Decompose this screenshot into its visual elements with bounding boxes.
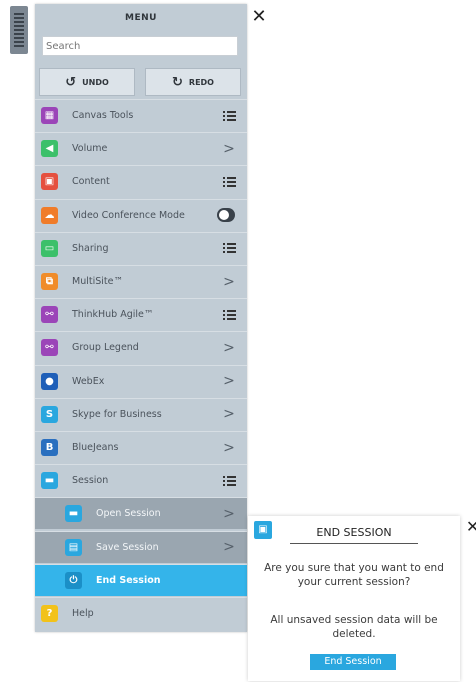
dialog-title: END SESSION (290, 526, 418, 544)
canvas-tools-icon: ▦ (41, 107, 58, 124)
menu-item-label: Save Session (96, 541, 159, 553)
volume-icon: ◀ (41, 140, 58, 158)
video-conference-icon: ☁ (41, 206, 58, 224)
dialog-warning: All unsaved session data will be deleted… (270, 614, 438, 640)
menu-item-label: ThinkHub Agile™ (72, 309, 154, 321)
menu-item-label: Canvas Tools (72, 110, 134, 121)
bluejeans-icon: B (41, 439, 58, 456)
menu-item-label: Skype for Business (72, 408, 162, 420)
dialog-close-icon[interactable]: ✕ (466, 517, 476, 536)
menu-item-label: Session (72, 475, 109, 487)
open-session-icon: ▬ (65, 505, 82, 523)
power-icon: ⏻ (65, 571, 82, 589)
search-input[interactable] (42, 36, 238, 56)
chevron-right-icon[interactable]: > (217, 340, 241, 356)
drag-handle[interactable] (10, 6, 28, 54)
list-icon[interactable] (217, 176, 241, 187)
end-session-dialog: ▣ END SESSION Are you sure that you want… (248, 516, 460, 681)
menu-item-sharing[interactable]: ▭ Sharing (35, 231, 247, 264)
menu-item-label: BlueJeans (72, 442, 119, 453)
menu-item-content[interactable]: ▣ Content (35, 165, 247, 197)
skype-icon: S (41, 405, 58, 423)
sharing-icon: ▭ (41, 239, 58, 257)
menu-item-label: Volume (72, 143, 108, 155)
menu-item-thinkhub-agile[interactable]: ⚯ ThinkHub Agile™ (35, 298, 247, 330)
save-session-icon: ▤ (65, 538, 82, 556)
menu-item-label: Group Legend (72, 342, 139, 354)
menu-item-session[interactable]: ▬ Session (35, 464, 247, 496)
menu-item-video-conference-mode[interactable]: ☁ Video Conference Mode (35, 198, 247, 231)
menu-item-label: WebEx (72, 375, 105, 387)
menu-item-end-session[interactable]: ⏻ End Session (35, 563, 247, 596)
redo-label: REDO (188, 77, 214, 87)
menu-item-multisite[interactable]: ⧉ MultiSite™ > (35, 265, 247, 297)
menu-item-label: End Session (96, 574, 161, 586)
menu-item-label: Sharing (72, 242, 109, 254)
menu-title: MENU (125, 13, 157, 23)
chevron-right-icon[interactable]: > (217, 539, 241, 555)
menu-item-save-session[interactable]: ▤ Save Session > (35, 530, 247, 563)
menu-item-label: Video Conference Mode (72, 209, 185, 221)
redo-icon: ↻ (172, 74, 183, 90)
menu-item-label: Content (72, 176, 110, 188)
chevron-right-icon[interactable]: > (217, 406, 241, 422)
dialog-question: Are you sure that you want to end your c… (264, 562, 444, 588)
list-icon[interactable] (217, 309, 241, 320)
list-icon[interactable] (217, 475, 241, 486)
list-icon[interactable] (217, 110, 241, 121)
undo-button[interactable]: ↺ UNDO (39, 68, 135, 96)
chevron-right-icon[interactable]: > (217, 141, 241, 157)
chevron-right-icon[interactable]: > (217, 274, 241, 290)
end-session-button[interactable]: End Session (310, 654, 396, 670)
chevron-right-icon[interactable]: > (217, 506, 241, 522)
undo-label: UNDO (82, 77, 109, 87)
menu-item-skype-for-business[interactable]: S Skype for Business > (35, 397, 247, 430)
menu-item-label: Open Session (96, 508, 161, 520)
menu-item-help[interactable]: ? Help (35, 597, 247, 629)
list-icon[interactable] (217, 243, 241, 254)
chevron-right-icon[interactable]: > (217, 440, 241, 456)
chevron-right-icon[interactable]: > (217, 373, 241, 389)
session-icon: ▬ (41, 472, 58, 490)
menu-item-volume[interactable]: ◀ Volume > (35, 132, 247, 164)
redo-button[interactable]: ↻ REDO (145, 68, 241, 96)
session-icon: ▣ (254, 521, 272, 539)
menu-item-label: MultiSite™ (72, 276, 123, 287)
group-legend-icon: ⚯ (41, 339, 58, 357)
webex-icon: ● (41, 372, 58, 390)
menu-close-icon[interactable]: ✕ (248, 6, 270, 28)
menu-item-bluejeans[interactable]: B BlueJeans > (35, 431, 247, 463)
video-conference-toggle[interactable] (217, 208, 241, 223)
menu-item-open-session[interactable]: ▬ Open Session > (35, 497, 247, 530)
help-icon: ? (41, 605, 58, 622)
menu-item-canvas-tools[interactable]: ▦ Canvas Tools (35, 99, 247, 131)
multisite-icon: ⧉ (41, 273, 58, 290)
menu-item-group-legend[interactable]: ⚯ Group Legend > (35, 331, 247, 363)
content-icon: ▣ (41, 173, 58, 191)
undo-icon: ↺ (65, 74, 77, 90)
menu-item-label: Help (72, 608, 94, 619)
menu-item-webex[interactable]: ● WebEx > (35, 364, 247, 397)
thinkhub-agile-icon: ⚯ (41, 306, 58, 324)
